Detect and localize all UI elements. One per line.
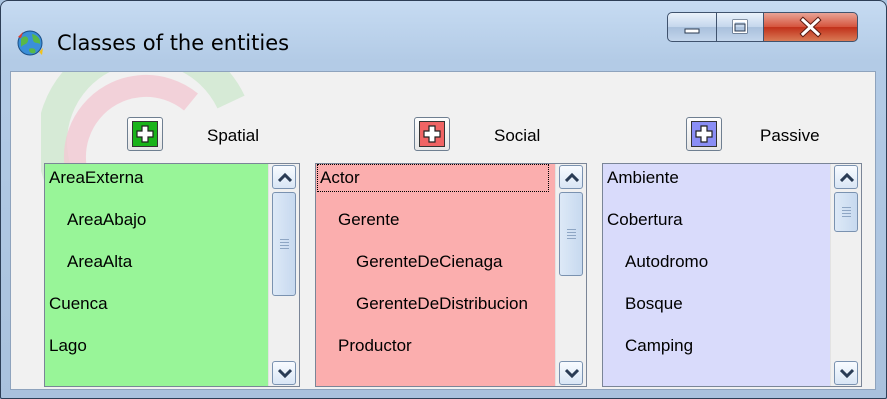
chevron-up-icon: [840, 172, 854, 182]
spatial-listbox[interactable]: AreaExterna AreaAbajo AreaAlta Cuenca La…: [44, 163, 300, 387]
list-item[interactable]: Autodromo: [607, 248, 708, 276]
list-item[interactable]: Cuenca: [49, 290, 108, 318]
close-icon: [799, 16, 822, 38]
list-item[interactable]: Ambiente: [607, 164, 679, 192]
minimize-icon: [684, 28, 700, 34]
list-item[interactable]: Camping: [607, 332, 693, 360]
plus-icon: [136, 125, 154, 143]
social-scrollbar[interactable]: [555, 164, 586, 386]
app-window: Classes of the entities Spatial AreaExte…: [0, 0, 887, 399]
scroll-thumb[interactable]: [834, 192, 858, 232]
list-item[interactable]: Lago: [49, 332, 87, 360]
minimize-button[interactable]: [667, 12, 717, 42]
list-item[interactable]: Cobertura: [607, 206, 683, 234]
scroll-down-button[interactable]: [272, 361, 296, 385]
list-item[interactable]: Productor: [320, 332, 412, 360]
list-item[interactable]: GerenteDeDistribucion: [320, 290, 528, 318]
maximize-icon: [732, 19, 748, 34]
passive-listbox[interactable]: Ambiente Cobertura Autodromo Bosque Camp…: [602, 163, 862, 387]
add-social-button[interactable]: [414, 117, 450, 151]
list-item-selected[interactable]: Actor: [317, 164, 549, 192]
add-spatial-swatch: [132, 121, 158, 147]
passive-scrollbar[interactable]: [830, 164, 861, 386]
scroll-up-button[interactable]: [272, 165, 296, 189]
list-item[interactable]: AreaExterna: [49, 164, 144, 192]
list-item[interactable]: Bosque: [607, 290, 683, 318]
title-bar[interactable]: Classes of the entities: [1, 1, 886, 71]
chevron-up-icon: [565, 172, 579, 182]
list-item[interactable]: AreaAbajo: [49, 206, 146, 234]
plus-icon: [423, 125, 441, 143]
close-button[interactable]: [763, 12, 858, 42]
plus-icon: [695, 125, 713, 143]
chevron-down-icon: [840, 368, 854, 378]
client-area: Spatial AreaExterna AreaAbajo AreaAlta C…: [10, 71, 876, 390]
scroll-down-button[interactable]: [834, 361, 858, 385]
scroll-down-button[interactable]: [559, 361, 583, 385]
globe-icon: [17, 30, 43, 56]
scroll-thumb[interactable]: [272, 192, 296, 296]
add-social-swatch: [419, 121, 445, 147]
list-item[interactable]: Gerente: [320, 206, 399, 234]
window-title: Classes of the entities: [57, 31, 290, 55]
scroll-up-button[interactable]: [559, 165, 583, 189]
social-label: Social: [494, 126, 541, 145]
chevron-down-icon: [278, 368, 292, 378]
spatial-scrollbar[interactable]: [268, 164, 299, 386]
scroll-up-button[interactable]: [834, 165, 858, 189]
passive-label: Passive: [760, 126, 820, 145]
chevron-down-icon: [565, 368, 579, 378]
scroll-thumb[interactable]: [559, 192, 583, 276]
add-passive-button[interactable]: [686, 117, 722, 151]
list-item[interactable]: GerenteDeCienaga: [320, 248, 502, 276]
chevron-up-icon: [278, 172, 292, 182]
add-spatial-button[interactable]: [127, 117, 163, 151]
list-item[interactable]: AreaAlta: [49, 248, 132, 276]
maximize-button[interactable]: [716, 12, 764, 42]
add-passive-swatch: [691, 121, 717, 147]
social-listbox[interactable]: Actor Gerente GerenteDeCienaga GerenteDe…: [315, 163, 587, 387]
spatial-label: Spatial: [207, 126, 259, 145]
